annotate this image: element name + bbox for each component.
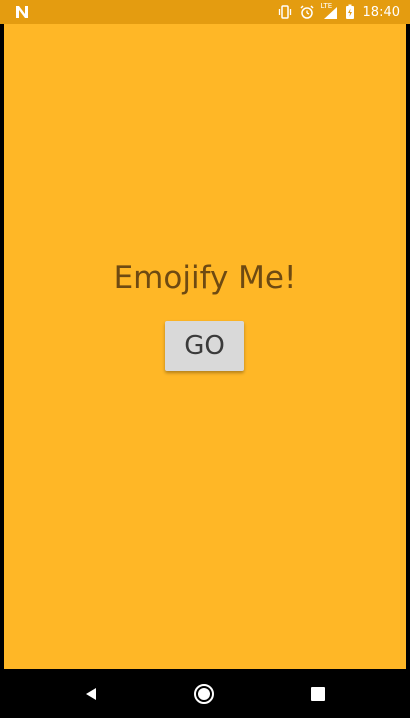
home-icon (194, 684, 214, 704)
alarm-icon (300, 5, 314, 19)
network-type-label: LTE (320, 2, 333, 10)
back-icon (86, 688, 96, 700)
recents-icon (311, 687, 325, 701)
status-time: 18:40 (362, 4, 400, 20)
back-button[interactable] (78, 681, 104, 707)
status-bar: LTE 18:40 (0, 0, 410, 24)
status-icons: LTE 18:40 (277, 0, 400, 24)
navigation-bar (0, 669, 410, 718)
recents-button[interactable] (305, 681, 331, 707)
n-notification-icon (16, 6, 28, 18)
phone-screen: LTE 18:40 Emojify Me! GO (0, 0, 410, 718)
vibrate-icon (278, 5, 291, 19)
go-button[interactable]: GO (165, 321, 244, 371)
home-button[interactable] (191, 681, 217, 707)
battery-icon (345, 4, 354, 19)
lte-signal-icon: LTE (320, 2, 339, 20)
app-content: Emojify Me! GO (4, 24, 406, 669)
page-title: Emojify Me! (113, 260, 297, 296)
